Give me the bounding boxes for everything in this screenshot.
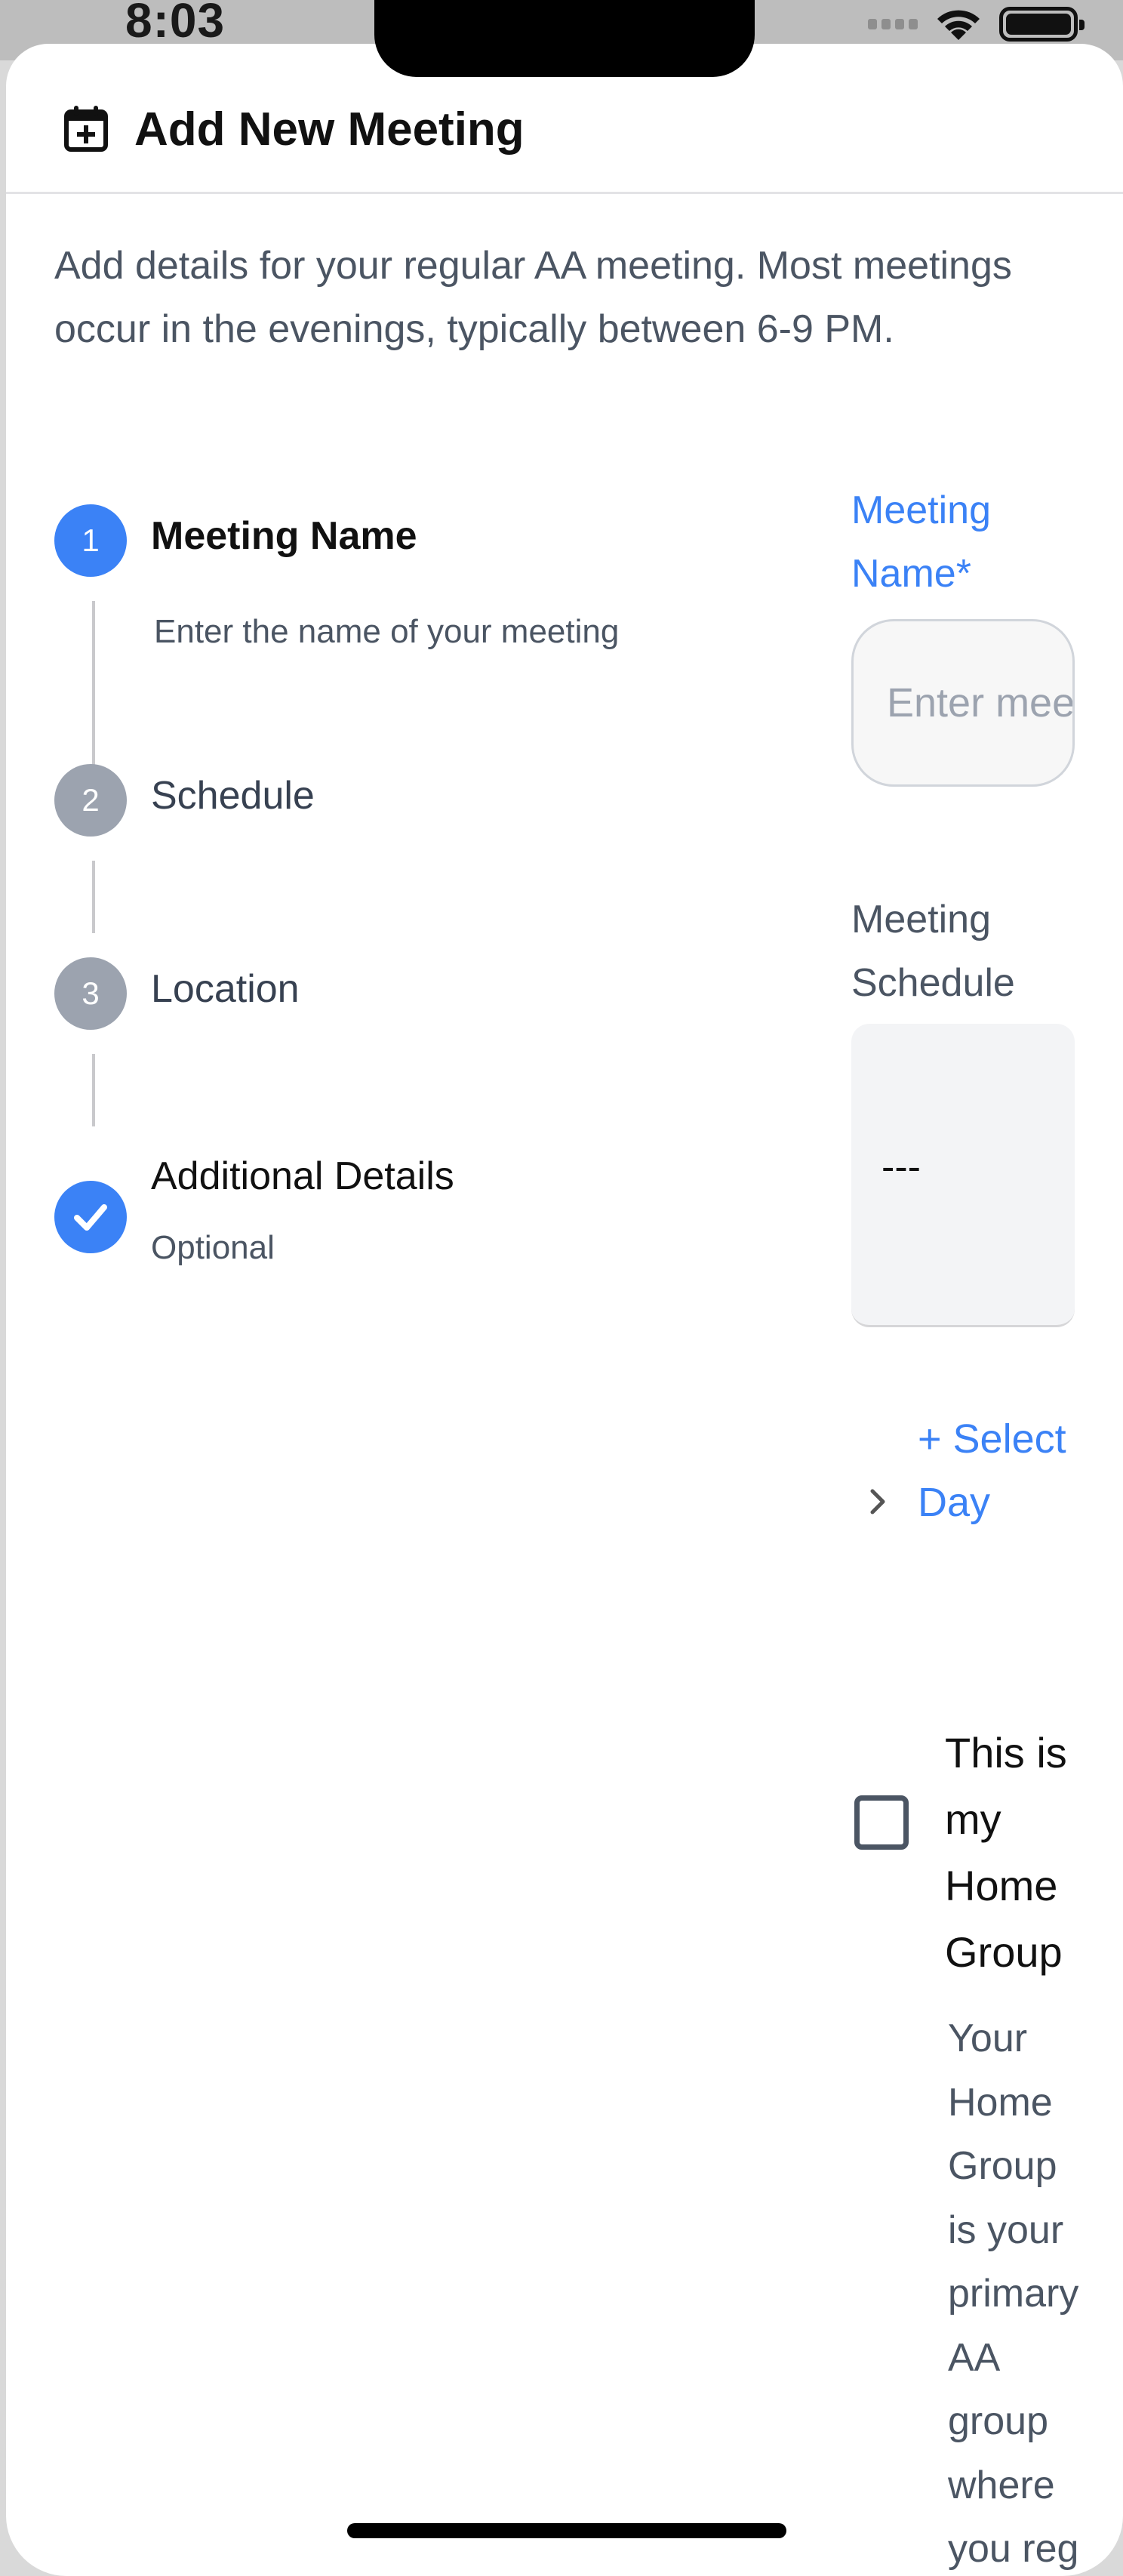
battery-icon [999, 7, 1085, 42]
step-1-title[interactable]: Meeting Name [151, 513, 417, 559]
intro-text: Add details for your regular AA meeting.… [54, 244, 1012, 351]
calendar-plus-icon [64, 106, 108, 152]
add-meeting-sheet: Add New Meeting Add details for your reg… [6, 44, 1123, 2576]
cellular-signal-icon [868, 19, 918, 29]
step-connector [92, 1054, 95, 1126]
select-day-button[interactable]: + Select Day [866, 1407, 1093, 1604]
camera-notch [374, 0, 755, 77]
status-icons [868, 3, 1085, 45]
step-3-indicator[interactable]: 3 [54, 957, 127, 1030]
status-time: 8:03 [125, 0, 226, 48]
step-2-title[interactable]: Schedule [151, 773, 315, 818]
meeting-name-input[interactable] [851, 619, 1075, 787]
chevron-right-icon [866, 1483, 889, 1528]
step-connector [92, 601, 95, 782]
home-group-label[interactable]: This is my Home Group [945, 1720, 1081, 1986]
step-1-description: Enter the name of your meeting [154, 613, 620, 650]
wifi-icon [934, 5, 983, 43]
step-3-title[interactable]: Location [151, 966, 300, 1012]
page-title: Add New Meeting [134, 103, 525, 156]
step-1-indicator[interactable]: 1 [54, 504, 127, 577]
meeting-schedule-label: Meeting Schedule [851, 898, 1015, 1005]
meeting-schedule-field[interactable]: --- [851, 1024, 1075, 1327]
meeting-schedule-value: --- [881, 1145, 921, 1189]
home-indicator[interactable] [347, 2523, 786, 2538]
select-day-label: + Select Day [918, 1416, 1066, 1525]
step-4-indicator[interactable] [54, 1181, 127, 1253]
step-4-title[interactable]: Additional Details [151, 1154, 454, 1199]
step-4-optional-label: Optional [151, 1229, 275, 1266]
step-2-indicator[interactable]: 2 [54, 764, 127, 837]
meeting-name-label: Meeting Name* [851, 488, 991, 596]
step-connector [92, 861, 95, 933]
check-icon [74, 1204, 107, 1231]
home-group-checkbox[interactable] [854, 1795, 909, 1850]
home-group-description: Your Home Group is your primary AA group… [948, 2017, 1079, 2571]
